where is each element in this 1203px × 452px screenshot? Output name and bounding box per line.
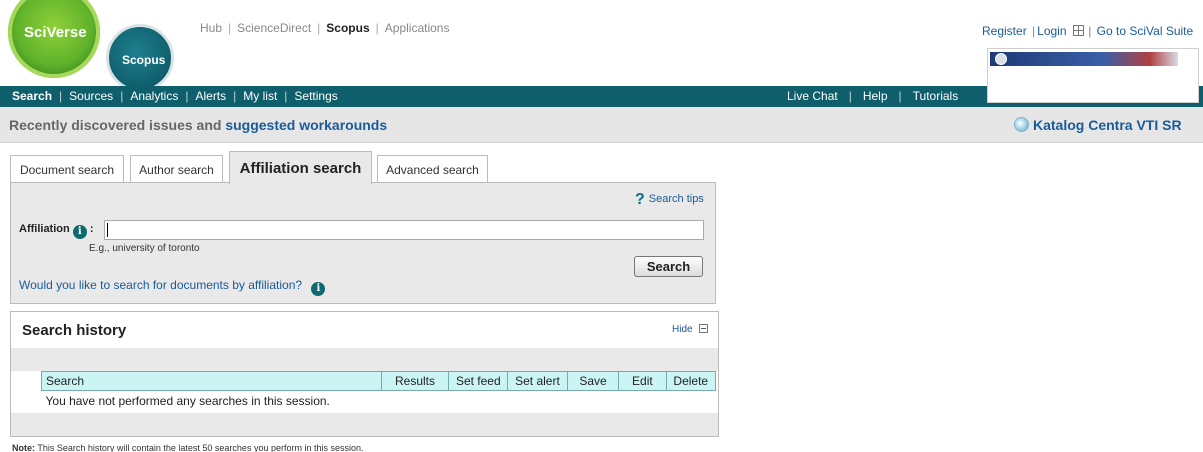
affiliation-label-text: Affiliation <box>19 223 70 235</box>
link-sciencedirect[interactable]: ScienceDirect <box>237 21 311 35</box>
tab-author-search[interactable]: Author search <box>130 155 223 183</box>
nav-search[interactable]: Search <box>12 89 52 103</box>
institution-banner[interactable] <box>987 48 1199 103</box>
search-tips-link[interactable]: ? Search tips <box>635 191 704 209</box>
user-links: Register | Login | Go to SciVal Suite <box>982 24 1194 38</box>
link-applications[interactable]: Applications <box>385 21 450 35</box>
link-hub[interactable]: Hub <box>200 21 222 35</box>
documents-by-affiliation-link[interactable]: Would you like to search for documents b… <box>19 278 326 296</box>
col-set-feed: Set feed <box>448 371 509 391</box>
minus-icon <box>698 324 708 333</box>
col-results: Results <box>380 371 450 391</box>
nav-sources[interactable]: Sources <box>69 89 113 103</box>
register-link[interactable]: Register <box>982 24 1027 38</box>
col-save: Save <box>566 371 620 391</box>
search-history-table: Search Results Set feed Set alert Save E… <box>41 371 717 412</box>
grid-icon <box>1073 25 1085 36</box>
history-note: Note: This Search history will contain t… <box>12 444 364 452</box>
col-set-alert: Set alert <box>507 371 568 391</box>
search-tips-label: Search tips <box>648 193 704 205</box>
katalog-icon <box>1014 117 1029 132</box>
nav-help[interactable]: Help <box>863 89 888 103</box>
tab-advanced-search[interactable]: Advanced search <box>377 155 488 183</box>
search-history-panel: Search history Hide Search Results Set f… <box>10 311 719 437</box>
history-band <box>11 413 718 436</box>
documents-by-affiliation-text: Would you like to search for documents b… <box>19 278 303 292</box>
notice-prefix: Recently discovered issues and <box>9 117 226 133</box>
nav-my-list[interactable]: My list <box>243 89 277 103</box>
hide-history-link[interactable]: Hide <box>672 324 708 335</box>
note-text: This Search history will contain the lat… <box>35 443 364 452</box>
tab-document-search[interactable]: Document search <box>10 155 124 183</box>
nav-live-chat[interactable]: Live Chat <box>787 89 838 103</box>
example-hint: E.g., university of toronto <box>89 243 200 254</box>
notice-text: Recently discovered issues and suggested… <box>9 117 387 133</box>
col-delete: Delete <box>665 371 717 391</box>
header: SciVerse Scopus Hub | ScienceDirect | Scopus… <box>0 0 1203 103</box>
affiliation-label: Affiliation i : <box>19 223 94 239</box>
help-icon: ? <box>635 191 645 208</box>
scival-link[interactable]: Go to SciVal Suite <box>1097 24 1194 38</box>
affiliation-search-panel: ? Search tips Affiliation i : E.g., unive… <box>10 182 716 304</box>
katalog-link[interactable]: Katalog Centra VTI SR <box>1014 117 1182 133</box>
seal-icon <box>995 53 1007 65</box>
notice-bar: Recently discovered issues and suggested… <box>0 107 1203 143</box>
platform-links: Hub | ScienceDirect | Scopus | Applications <box>200 21 450 35</box>
tab-affiliation-search[interactable]: Affiliation search <box>229 151 372 184</box>
nav-analytics[interactable]: Analytics <box>130 89 178 103</box>
info-icon[interactable]: i <box>72 225 87 239</box>
text-cursor <box>107 223 108 237</box>
login-link[interactable]: Login <box>1037 24 1066 38</box>
scopus-logo-text: Scopus <box>122 53 166 67</box>
sciverse-logo-text: SciVerse <box>24 24 87 41</box>
table-header-row: Search Results Set feed Set alert Save E… <box>41 371 717 391</box>
affiliation-input[interactable] <box>104 220 704 240</box>
col-search: Search <box>41 371 382 391</box>
history-band <box>11 348 718 371</box>
col-edit: Edit <box>618 371 667 391</box>
table-row: You have not performed any searches in t… <box>42 391 716 412</box>
note-label: Note: <box>12 443 35 452</box>
info-icon[interactable]: i <box>311 282 326 296</box>
nav-alerts[interactable]: Alerts <box>195 89 226 103</box>
link-scopus[interactable]: Scopus <box>326 21 369 35</box>
hide-label: Hide <box>672 324 693 335</box>
institution-logo-strip <box>990 52 1178 66</box>
search-button[interactable]: Search <box>634 256 703 277</box>
empty-history-message: You have not performed any searches in t… <box>45 394 330 409</box>
nav-settings[interactable]: Settings <box>294 89 337 103</box>
search-history-title: Search history <box>22 322 127 339</box>
nav-tutorials[interactable]: Tutorials <box>913 89 959 103</box>
workarounds-link[interactable]: suggested workarounds <box>225 117 387 133</box>
katalog-label: Katalog Centra VTI SR <box>1033 117 1182 133</box>
